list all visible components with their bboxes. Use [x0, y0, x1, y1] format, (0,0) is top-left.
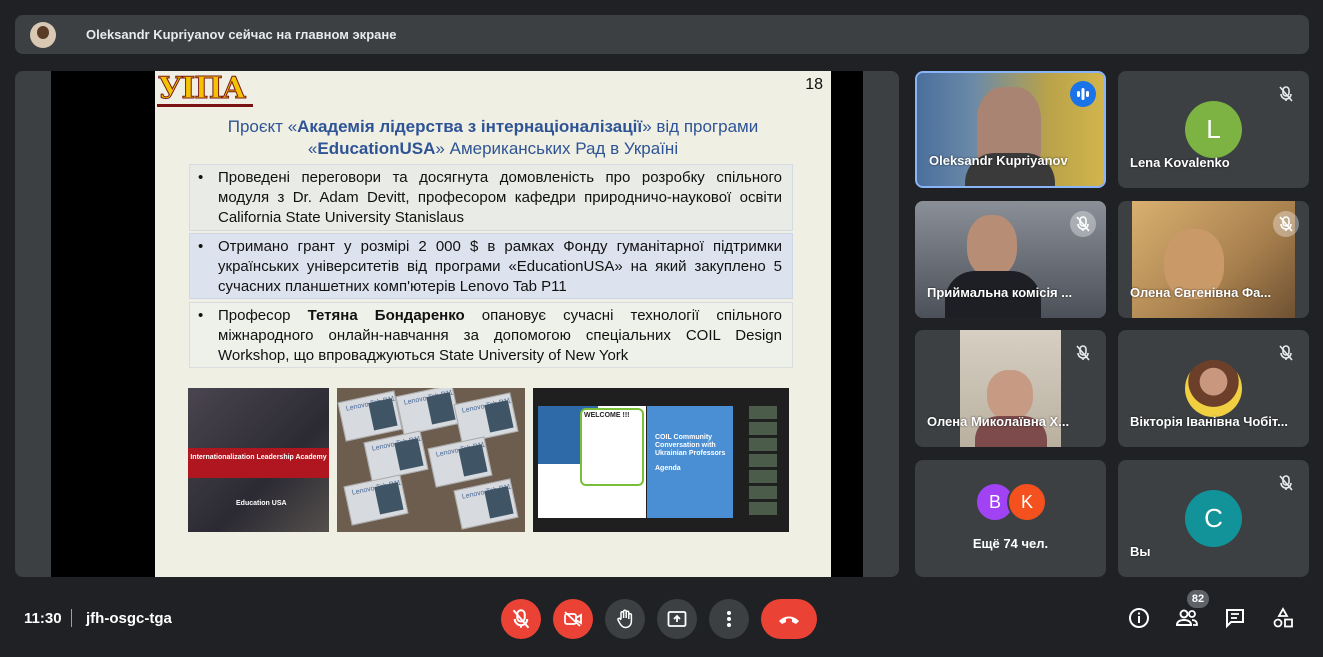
- present-now-button[interactable]: [657, 599, 697, 639]
- participant-name: Lena Kovalenko: [1130, 155, 1230, 170]
- presentation-slide: УІПА 18 Проєкт «Академія лідерства з інт…: [155, 71, 831, 577]
- self-tile[interactable]: C Вы: [1118, 460, 1309, 577]
- slide-bullet-3: Професор Тетяна Бондаренко опановує суча…: [189, 302, 793, 368]
- present-icon: [667, 611, 687, 627]
- person-silhouette: [967, 215, 1017, 277]
- tablet-box: Lenovo Tab P11: [337, 390, 403, 442]
- mic-off-icon: [1273, 81, 1299, 107]
- presenting-banner: Oleksandr Kupriyanov сейчас на главном э…: [15, 15, 1309, 54]
- people-icon: [1175, 609, 1198, 626]
- slide-bullet-1: Проведені переговори та досягнута домовл…: [189, 164, 793, 231]
- participant-avatar: L: [1185, 101, 1242, 158]
- chat-icon: [1226, 609, 1244, 629]
- mic-off-icon: [1273, 470, 1299, 496]
- mic-off-icon: [1070, 211, 1096, 237]
- speaking-indicator-icon: [1070, 81, 1096, 107]
- participant-name: Олена Євгенівна Фа...: [1130, 285, 1272, 300]
- camera-toggle-button[interactable]: [553, 599, 593, 639]
- mic-off-icon: [1273, 340, 1299, 366]
- camera-off-icon: [564, 611, 582, 627]
- presenting-banner-text: Oleksandr Kupriyanov сейчас на главном э…: [86, 27, 397, 42]
- tablet-box: Lenovo Tab P11: [363, 430, 429, 482]
- participant-tile-viktoria[interactable]: Вікторія Іванівна Чобіт...: [1118, 330, 1309, 447]
- info-icon: [1129, 608, 1149, 628]
- others-tile[interactable]: B K Ещё 74 чел.: [915, 460, 1106, 577]
- tablet-box: Lenovo Tab P11: [453, 392, 519, 444]
- participant-tile-admissions[interactable]: Приймальна комісія ...: [915, 201, 1106, 318]
- raise-hand-button[interactable]: [605, 599, 645, 639]
- university-logo: УІПА: [157, 71, 246, 107]
- slide-title: Проєкт «Академія лідерства з інтернаціон…: [227, 117, 759, 158]
- activities-icon: [1273, 607, 1293, 628]
- people-count-badge: 82: [1187, 590, 1209, 608]
- participant-name: Вікторія Іванівна Чобіт...: [1130, 414, 1288, 429]
- participant-tile-olena-f[interactable]: Олена Євгенівна Фа...: [1118, 201, 1309, 318]
- activities-button[interactable]: [1269, 604, 1297, 632]
- presenter-avatar: [30, 21, 56, 48]
- slide-image-tablets: Lenovo Tab P11 Lenovo Tab P11 Lenovo Tab…: [337, 388, 525, 532]
- clock: 11:30: [24, 610, 62, 627]
- shared-screen: УІПА 18 Проєкт «Академія лідерства з інт…: [51, 71, 863, 577]
- hang-up-icon: [779, 616, 799, 624]
- participant-name: Oleksandr Kupriyanov: [929, 153, 1068, 168]
- participant-avatar: K: [1007, 482, 1047, 522]
- meeting-details-button[interactable]: [1125, 604, 1153, 632]
- slide-number: 18: [805, 76, 823, 93]
- meeting-code: jfh-osgc-tga: [86, 610, 172, 627]
- shared-screen-stage[interactable]: УІПА 18 Проєкт «Академія лідерства з інт…: [15, 71, 899, 577]
- raise-hand-icon: [617, 609, 633, 629]
- mic-off-icon: [1273, 211, 1299, 237]
- slide-bullet-2: Отримано грант у розмірі 2 000 $ в рамка…: [189, 233, 793, 299]
- tablet-box: Lenovo Tab P11: [453, 478, 519, 530]
- coil-announcement: COIL Community Conversation with Ukraini…: [647, 406, 733, 518]
- participant-name: Олена Миколаївна Х...: [927, 414, 1070, 429]
- participant-name: Вы: [1130, 544, 1151, 559]
- tablet-box: Lenovo Tab P11: [427, 436, 493, 488]
- slide-image-coil-screenshot: WELCOME !!! COIL Community Conversation …: [533, 388, 789, 532]
- person-silhouette: [987, 370, 1033, 420]
- participant-avatar: C: [1185, 490, 1242, 547]
- more-icon: [727, 611, 731, 627]
- mic-off-icon: [1070, 340, 1096, 366]
- participant-tile-lena[interactable]: L Lena Kovalenko: [1118, 71, 1309, 188]
- logo-underline: [157, 104, 253, 107]
- education-usa-logo: Education USA: [236, 500, 287, 507]
- academy-banner: Internationalization Leadership Academy: [188, 448, 329, 478]
- participant-avatar: [1185, 360, 1242, 417]
- others-count: Ещё 74 чел.: [972, 536, 1049, 551]
- participant-tile-olena-m[interactable]: Олена Миколаївна Х...: [915, 330, 1106, 447]
- participant-tile-oleksandr[interactable]: Oleksandr Kupriyanov: [915, 71, 1106, 188]
- tablet-box: Lenovo Tab P11: [395, 388, 461, 436]
- coil-participant-thumbs: [749, 406, 779, 518]
- chat-button[interactable]: [1221, 604, 1249, 632]
- participant-name: Приймальна комісія ...: [927, 285, 1073, 300]
- coil-left-panel: WELCOME !!!: [538, 406, 646, 518]
- mic-off-icon: [512, 609, 530, 629]
- slide-image-leadership-academy: Internationalization Leadership Academy …: [188, 388, 329, 532]
- people-button[interactable]: [1173, 604, 1201, 632]
- mic-toggle-button[interactable]: [501, 599, 541, 639]
- divider: [71, 609, 72, 627]
- leave-call-button[interactable]: [761, 599, 817, 639]
- control-bar: 11:30 jfh-osgc-tga 82: [0, 590, 1323, 657]
- tablet-box: Lenovo Tab P11: [343, 474, 409, 526]
- more-options-button[interactable]: [709, 599, 749, 639]
